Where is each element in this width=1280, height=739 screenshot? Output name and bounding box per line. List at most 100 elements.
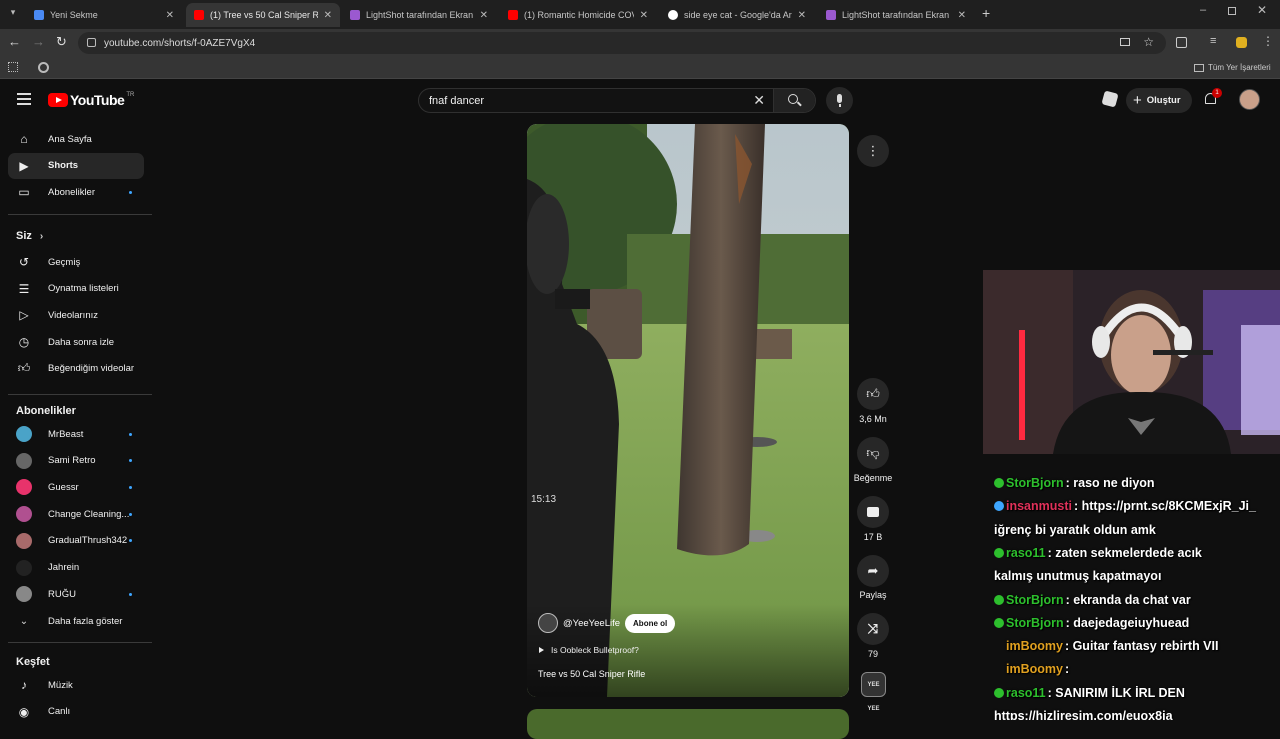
url-field[interactable]: youtube.com/shorts/f-0AZE7VgX4 ☆ — [78, 32, 1166, 54]
sidebar-item-music[interactable]: ♪ Müzik — [8, 672, 144, 698]
chat-message: imBoomy: — [994, 662, 1069, 676]
browser-menu-icon[interactable]: ⋮ — [1262, 34, 1274, 48]
show-more-button[interactable]: ⌄ Daha fazla göster — [8, 608, 144, 634]
search-input[interactable]: fnaf dancer ✕ — [418, 88, 816, 113]
sidebar-item-live[interactable]: ◉ Canlı — [8, 699, 144, 725]
next-short-preview[interactable] — [527, 709, 849, 739]
close-window-button[interactable]: ✕ — [1257, 3, 1267, 17]
plus-icon: + — [1133, 92, 1142, 109]
remix-button[interactable]: ⤨ — [857, 613, 889, 645]
close-tab-icon[interactable]: ✕ — [324, 10, 332, 21]
tab-favicon-icon — [350, 10, 360, 20]
sidebar-subscription-item[interactable]: Sami Retro — [8, 448, 144, 474]
profile-extension-icon[interactable] — [1236, 37, 1247, 48]
sidebar-item-your-videos[interactable]: ▷ Videolarınız — [8, 302, 144, 328]
new-content-dot — [129, 190, 132, 194]
channel-name[interactable]: @YeeYeeLife — [563, 618, 620, 629]
liked-icon: 👍︎ — [17, 361, 31, 376]
comments-button[interactable] — [857, 496, 889, 528]
search-button[interactable] — [773, 89, 815, 112]
back-button[interactable]: ← — [8, 34, 21, 49]
sidebar-item-subscriptions[interactable]: ▭ Abonelikler — [8, 179, 144, 205]
sidebar-you-header[interactable]: Siz › — [16, 230, 43, 242]
create-icon-extra[interactable] — [1101, 90, 1119, 108]
chevron-right-icon: › — [39, 230, 44, 242]
chat-text: : Guitar fantasy rebirth VII — [1064, 639, 1219, 654]
browser-tab[interactable]: side eye cat - Google'da Ara ✕ — [660, 3, 814, 27]
chat-text: : raso ne diyon — [1065, 476, 1155, 490]
chat-text: : https://prnt.sc/8KCMExjR_Ji_ — [1074, 499, 1256, 514]
sidebar-subscription-item[interactable]: Jahrein — [8, 555, 144, 581]
browser-tab[interactable]: LightShot tarafından Ekran Görü ✕ — [818, 3, 974, 27]
related-video-link[interactable]: Is Oobleck Bulletproof? — [539, 645, 639, 655]
share-button[interactable]: ➦ — [857, 555, 889, 587]
sidebar-subscription-item[interactable]: MrBeast — [8, 421, 144, 447]
sidebar-item-liked[interactable]: 👍︎ Beğendiğim videolar — [8, 356, 144, 382]
forward-button[interactable]: → — [32, 34, 45, 49]
new-content-dot — [129, 485, 132, 489]
site-info-icon[interactable] — [87, 38, 96, 47]
like-button[interactable]: 👍︎ — [857, 378, 889, 410]
restore-button[interactable] — [1228, 7, 1236, 15]
streamer-webcam — [983, 270, 1280, 454]
channel-avatar — [16, 532, 32, 549]
all-bookmarks-folder[interactable]: Tüm Yer İşaretleri — [1194, 63, 1271, 72]
reload-button[interactable]: ↻ — [56, 34, 67, 50]
close-tab-icon[interactable]: ✕ — [798, 10, 806, 21]
voice-search-button[interactable] — [826, 87, 853, 114]
browser-tab[interactable]: Yeni Sekme ✕ — [26, 3, 182, 27]
browser-tab[interactable]: (1) Tree vs 50 Cal Sniper Rifle ✕ — [186, 3, 340, 27]
youtube-logo[interactable]: YouTube TR — [48, 92, 134, 108]
more-options-button[interactable]: ⋮ — [857, 135, 889, 167]
chat-username: imBoomy — [1006, 662, 1063, 677]
dislike-button[interactable]: 👎︎ — [857, 437, 889, 469]
shorts-video-player[interactable]: 15:13 @YeeYeeLife Abone ol Is Oobleck Bu… — [527, 124, 849, 697]
your-videos-icon: ▷ — [19, 308, 29, 323]
channel-avatar[interactable] — [538, 613, 558, 633]
sidebar-subscription-item[interactable]: GradualThrush342 — [8, 528, 144, 554]
sound-channel-avatar[interactable]: YEE YEE — [861, 672, 886, 712]
close-tab-icon[interactable]: ✕ — [958, 10, 966, 21]
remix-icon: ⤨ — [867, 621, 879, 636]
live-icon: ◉ — [18, 704, 30, 719]
tab-favicon-icon — [34, 10, 44, 20]
bookmarks-bar: Tüm Yer İşaretleri — [0, 57, 1280, 79]
sidebar-item-shorts[interactable]: ▶ Shorts — [8, 152, 144, 179]
sidebar-subscription-item[interactable]: Guessr — [8, 474, 144, 500]
sidebar-subscription-item[interactable]: Change Cleaning... — [8, 501, 144, 527]
account-avatar[interactable] — [1239, 89, 1260, 110]
browser-tab[interactable]: (1) Romantic Homicide COVER ✕ — [500, 3, 656, 27]
extensions-icon[interactable] — [1176, 37, 1187, 48]
chat-badge-icon — [994, 478, 1004, 488]
youtube-play-icon — [48, 93, 68, 107]
browser-tab[interactable]: LightShot tarafından Ekran Görü ✕ — [342, 3, 496, 27]
clear-search-icon[interactable]: ✕ — [753, 92, 765, 109]
sidebar-item-playlists[interactable]: ☰ Oynatma listeleri — [8, 276, 144, 302]
subscribe-button[interactable]: Abone ol — [625, 613, 676, 633]
notifications-button[interactable]: 1 — [1204, 88, 1222, 106]
close-tab-icon[interactable]: ✕ — [166, 10, 174, 21]
bookmark-star-icon[interactable]: ☆ — [1143, 35, 1154, 49]
sidebar-item-home[interactable]: ⌂ Ana Sayfa — [8, 126, 144, 152]
shorts-title[interactable]: Tree vs 50 Cal Sniper Rifle — [538, 669, 645, 679]
sidebar-item-watch-later[interactable]: ◷ Daha sonra izle — [8, 329, 144, 355]
dislike-label: Beğenme — [853, 473, 893, 483]
chat-message: raso11: SANIRIM İLK İRL DEN — [994, 686, 1185, 700]
sidebar-subscription-item[interactable]: RUĞU — [8, 581, 144, 607]
sidebar-divider — [8, 394, 152, 395]
close-tab-icon[interactable]: ✕ — [640, 10, 648, 21]
new-tab-button[interactable]: + — [982, 5, 990, 21]
tab-search-icon[interactable]: ▾ — [6, 7, 20, 21]
hamburger-menu-icon[interactable] — [17, 93, 31, 105]
close-tab-icon[interactable]: ✕ — [480, 10, 488, 21]
folder-icon — [1194, 63, 1204, 72]
chat-text: kalmış unutmuş kapatmayoı — [994, 569, 1162, 584]
minimize-button[interactable]: – — [1200, 4, 1206, 16]
media-control-icon[interactable]: ≡ — [1210, 35, 1216, 47]
bookmark-globe-icon[interactable] — [38, 62, 49, 73]
apps-grid-icon[interactable] — [8, 62, 18, 72]
install-app-icon[interactable] — [1120, 38, 1130, 46]
create-button[interactable]: + Oluştur — [1126, 88, 1192, 113]
sidebar-item-history[interactable]: ↺ Geçmiş — [8, 249, 144, 275]
sidebar-item-label: Oynatma listeleri — [48, 283, 119, 295]
